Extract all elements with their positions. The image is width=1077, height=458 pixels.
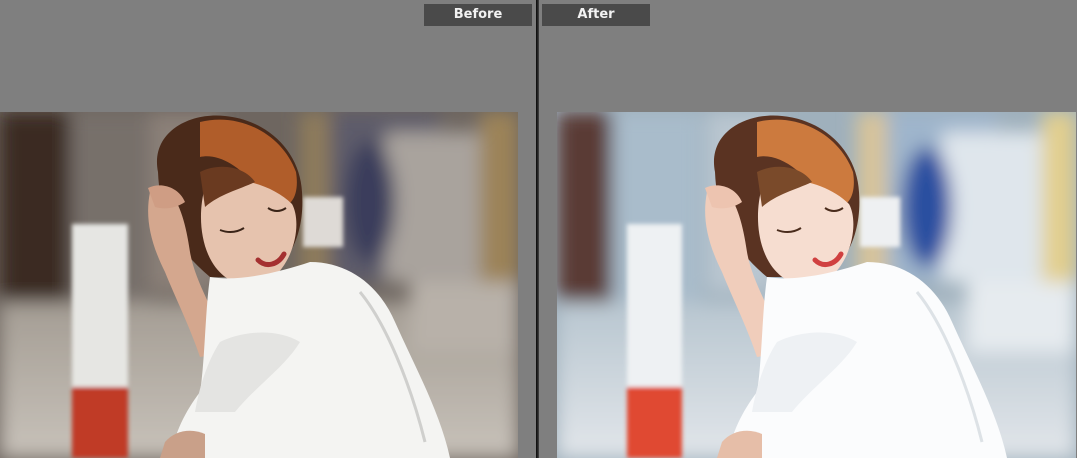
before-label: Before <box>424 4 532 26</box>
after-photo <box>557 112 1076 458</box>
before-pane: Before <box>0 0 536 458</box>
after-label: After <box>542 4 650 26</box>
after-pane: After <box>539 0 1077 458</box>
before-photo <box>0 112 518 458</box>
